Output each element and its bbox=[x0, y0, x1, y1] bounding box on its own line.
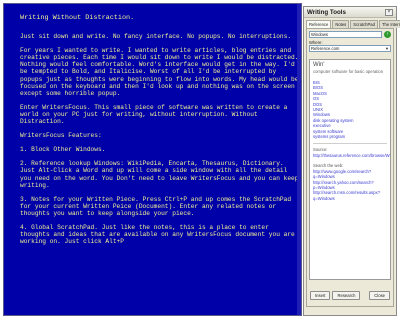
tab-reference[interactable]: Reference bbox=[306, 20, 332, 28]
action-buttons: Insert Research bbox=[310, 291, 361, 300]
tools-tabs: Reference Notes ScratchPad The Internet bbox=[304, 18, 400, 28]
editor-paragraph: Enter WritersFocus. This small piece of … bbox=[20, 103, 292, 126]
reference-panel: Windows › Where: Reference.com ▼ Win' co… bbox=[306, 28, 394, 307]
editor-paragraph: 3. Notes for your Written Piece. Press C… bbox=[20, 195, 295, 217]
close-button[interactable]: Close bbox=[369, 291, 390, 300]
editor-paragraph: For years I wanted to write. I wanted to… bbox=[20, 47, 299, 97]
research-button[interactable]: Research bbox=[332, 291, 361, 300]
tools-title: Writing Tools bbox=[307, 8, 346, 16]
where-value: Reference.com bbox=[311, 46, 340, 51]
results-pane[interactable]: Win' computer software for basic operati… bbox=[309, 59, 391, 280]
web-search-link[interactable]: http://www.google.com/search?q=Windows bbox=[313, 169, 387, 180]
editor-paragraph: Just sit down and write. No fancy interf… bbox=[20, 33, 292, 41]
result-definition: computer software for basic operation bbox=[313, 69, 384, 74]
source-link[interactable]: http://thesaurus.reference.com/browse/Wi… bbox=[313, 153, 390, 158]
editor-paragraph: WritersFocus Features: bbox=[20, 132, 102, 140]
go-icon[interactable]: › bbox=[384, 31, 391, 38]
where-dropdown[interactable]: Reference.com ▼ bbox=[309, 45, 391, 52]
editor-scrollbar[interactable] bbox=[297, 4, 301, 315]
chevron-down-icon: ▼ bbox=[385, 46, 389, 51]
tab-the-internet[interactable]: The Internet bbox=[378, 20, 400, 28]
tab-scratchpad[interactable]: ScratchPad bbox=[350, 20, 378, 28]
editor-content[interactable]: Writing Without Distraction. Just sit do… bbox=[20, 14, 300, 252]
divider bbox=[313, 143, 387, 145]
writing-tools-window: Writing Tools × Reference Notes ScratchP… bbox=[303, 6, 400, 316]
editor-area[interactable]: Writing Without Distraction. Just sit do… bbox=[3, 3, 302, 316]
search-input[interactable]: Windows bbox=[309, 31, 382, 38]
insert-button[interactable]: Insert bbox=[310, 291, 331, 300]
tools-titlebar: Writing Tools × bbox=[304, 7, 396, 18]
web-search-link[interactable]: http://search.msn.com/results.aspx?q=Win… bbox=[313, 190, 387, 201]
editor-paragraph: 2. Reference lookup Windows: WikiPedia, … bbox=[20, 160, 299, 189]
document-title: Writing Without Distraction. bbox=[20, 14, 135, 22]
result-link[interactable]: systems program bbox=[313, 134, 387, 139]
web-search-link[interactable]: http://search.yahoo.com/search?p=Windows bbox=[313, 180, 387, 191]
result-heading: Win' bbox=[313, 62, 325, 68]
editor-paragraph: 4. Global ScratchPad. Just like the note… bbox=[20, 223, 295, 246]
where-label: Where: bbox=[309, 40, 323, 45]
close-icon[interactable]: × bbox=[385, 8, 393, 16]
editor-paragraph: 1. Block Other Windows. bbox=[20, 146, 106, 154]
tab-notes[interactable]: Notes bbox=[332, 20, 350, 28]
